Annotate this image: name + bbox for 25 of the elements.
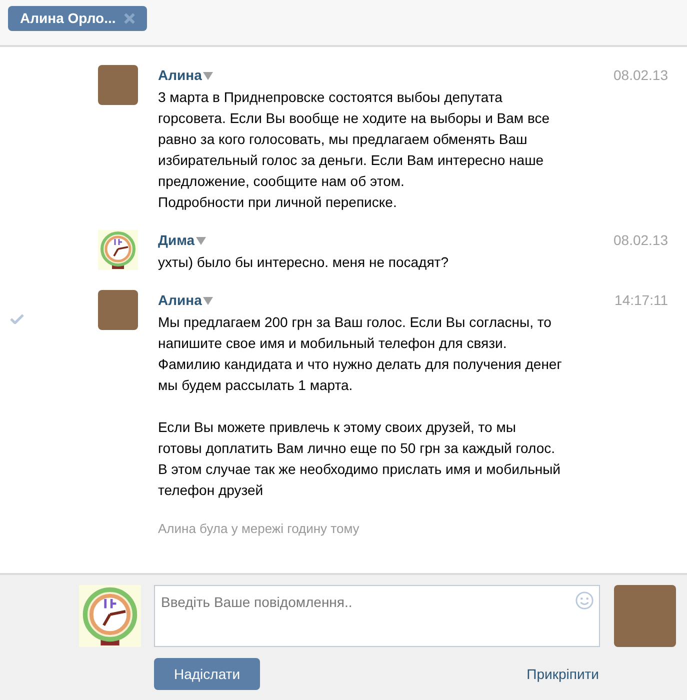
message-input-field[interactable]: Введіть Ваше повідомлення.. xyxy=(154,585,600,647)
tab-label: Алина Орло... xyxy=(20,9,116,28)
author-name[interactable]: Алина xyxy=(158,290,202,311)
message-text: ухты) было бы интересно. меня не посадят? xyxy=(158,253,450,272)
conversation-tab[interactable]: Алина Орло... xyxy=(8,6,147,31)
author-name[interactable]: Дима xyxy=(158,230,195,251)
message-date: 14:17:11 xyxy=(614,291,668,310)
message-text: 3 марта в Приднепровске состоятся выбоы депутата горсовета. Если Вы вообще не ходите на выборы и Вам все равно за кого голосовать, мы предлагаем обменять Ваш избирательный голос за деньги. Если Вам интересно наше предложение, сообщите нам об этом. Подробности при личной переписке. xyxy=(158,88,551,212)
send-button[interactable]: Надіслати xyxy=(154,658,260,690)
message-date: 08.02.13 xyxy=(614,66,668,85)
photo-placeholder xyxy=(98,65,138,105)
message-date: 08.02.13 xyxy=(614,231,668,250)
caret-icon[interactable] xyxy=(202,296,213,304)
photo-placeholder xyxy=(98,290,138,330)
message-text: Мы предлагаем 200 грн за Ваш голос. Если Вы согласны, то напишите свое имя и мобильный телефон для связи. Фамилию кандидата и что нужно делать для получения денег мы будем рассылать 1 марта. Если Вы можете привлечь к этому своих друзей, то мы готовы доплатить Вам лично еще по 50 грн за каждый голос. В этом случае так же необходимо прислать имя и мобильный телефон друзей xyxy=(158,313,563,500)
online-status: Алина була у мережі годину тому xyxy=(158,521,360,536)
author-name[interactable]: Алина xyxy=(158,65,202,86)
attach-link[interactable]: Прикріпити xyxy=(526,664,599,684)
photo-placeholder xyxy=(614,585,676,647)
smiley-icon[interactable] xyxy=(575,591,594,610)
clock-drawing-avatar xyxy=(98,230,138,270)
clock-drawing-avatar xyxy=(79,585,141,647)
caret-icon[interactable] xyxy=(202,72,213,80)
close-icon[interactable] xyxy=(124,13,135,24)
caret-icon[interactable] xyxy=(196,236,206,244)
